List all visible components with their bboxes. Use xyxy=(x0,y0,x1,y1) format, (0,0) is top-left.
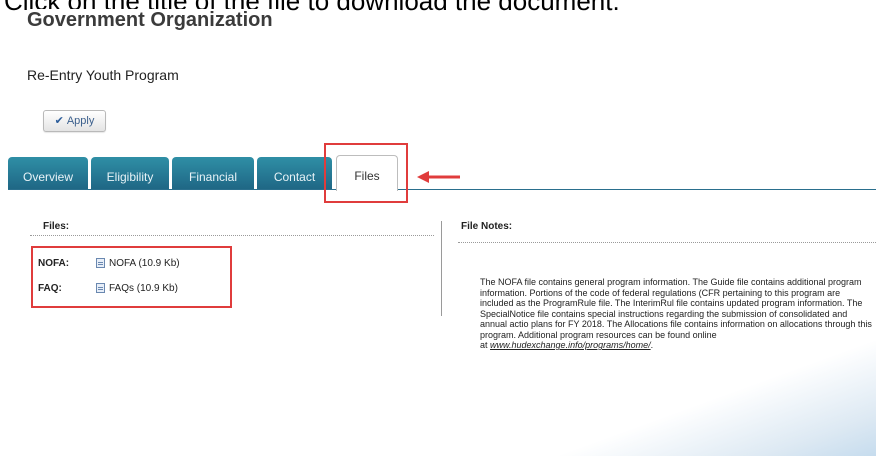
checkmark-icon: ✔ xyxy=(54,115,64,127)
tab-eligibility[interactable]: Eligibility xyxy=(91,157,169,189)
page-title: Government Organization xyxy=(27,9,279,32)
tab-bar-divider xyxy=(8,189,876,190)
tab-label: Overview xyxy=(22,170,73,184)
files-title-rule xyxy=(30,235,434,236)
tab-label: Contact xyxy=(273,170,316,184)
tab-overview[interactable]: Overview xyxy=(8,157,88,189)
files-tab-highlight xyxy=(324,143,408,203)
pointer-arrow-icon xyxy=(417,171,460,183)
program-name: Re-Entry Youth Program xyxy=(27,67,179,83)
tab-label: Eligibility xyxy=(106,170,154,184)
apply-button[interactable]: ✔ Apply xyxy=(43,110,106,132)
files-list-highlight xyxy=(31,246,232,308)
notes-link-prefix: at xyxy=(480,340,491,350)
notes-link-suffix: . xyxy=(650,340,654,350)
files-section-title: Files: xyxy=(43,221,70,232)
notes-title-rule xyxy=(458,242,876,243)
file-notes-text: The NOFA file contains general program i… xyxy=(480,277,876,351)
apply-button-label: Apply xyxy=(66,115,95,127)
tab-contact[interactable]: Contact xyxy=(257,157,332,189)
panel-divider xyxy=(441,221,442,316)
notes-body: The NOFA file contains general program i… xyxy=(480,277,872,340)
tab-label: Financial xyxy=(188,170,238,184)
hudexchange-link[interactable]: www.hudexchange.info/programs/home/ xyxy=(490,340,651,350)
file-notes-title: File Notes: xyxy=(461,221,513,232)
tab-financial[interactable]: Financial xyxy=(172,157,254,189)
